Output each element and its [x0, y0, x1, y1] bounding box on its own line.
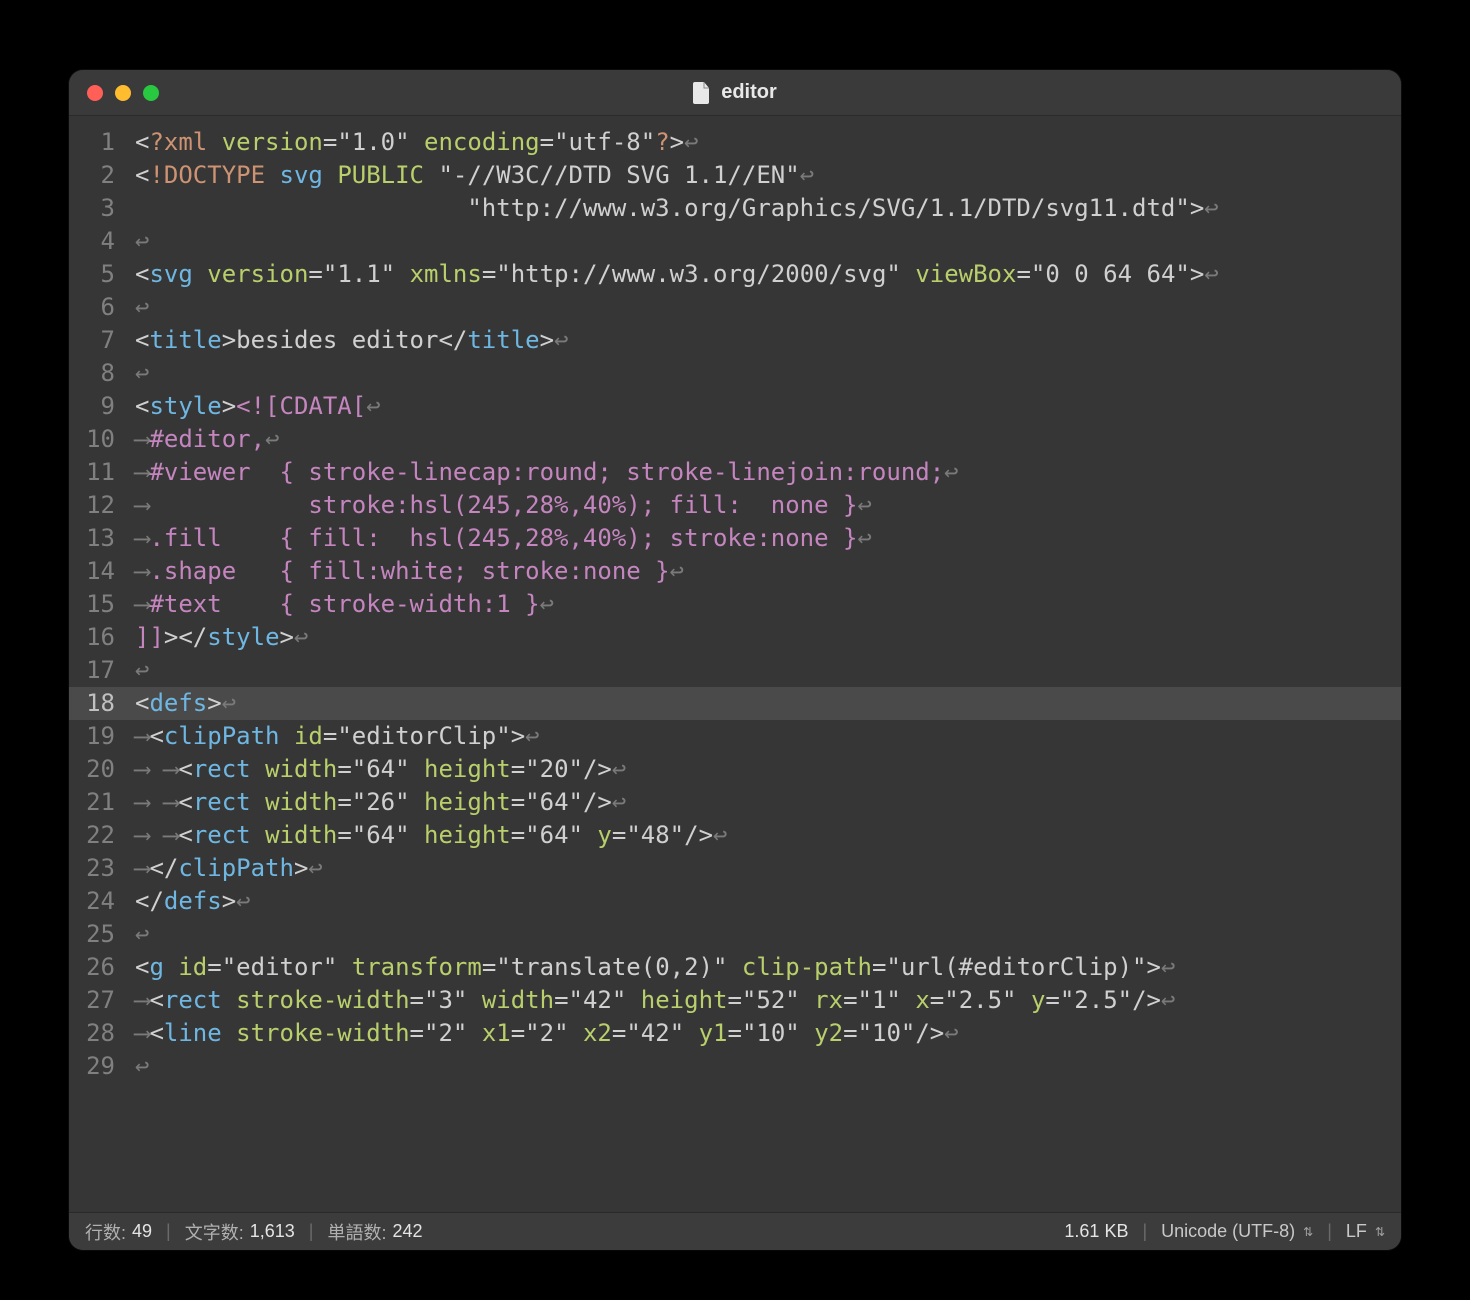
lineending-dropdown[interactable]: LF ⇅	[1346, 1221, 1385, 1242]
window-title: editor	[721, 81, 777, 104]
line-number: 25	[69, 918, 129, 951]
line-number: 16	[69, 621, 129, 654]
line-number: 24	[69, 885, 129, 918]
code-line[interactable]: <defs>↩	[129, 687, 1401, 720]
status-chars: 文字数: 1,613	[185, 1219, 295, 1245]
code-line[interactable]: <title>besides editor</title>↩	[129, 324, 1401, 357]
code-line[interactable]: ⟶ stroke:hsl(245,28%,40%); fill: none }↩	[129, 489, 1401, 522]
line-number: 3	[69, 192, 129, 225]
line-gutter: 1234567891011121314151617181920212223242…	[69, 116, 129, 1212]
line-number: 22	[69, 819, 129, 852]
code-line[interactable]: ⟶#viewer { stroke-linecap:round; stroke-…	[129, 456, 1401, 489]
status-bar: 行数: 49 | 文字数: 1,613 | 単語数: 242 1.61 KB |…	[69, 1212, 1401, 1250]
code-line[interactable]: ⟶</clipPath>↩	[129, 852, 1401, 885]
line-number: 15	[69, 588, 129, 621]
line-number: 20	[69, 753, 129, 786]
code-line[interactable]: <!DOCTYPE svg PUBLIC "-//W3C//DTD SVG 1.…	[129, 159, 1401, 192]
code-line[interactable]: <g id="editor" transform="translate(0,2)…	[129, 951, 1401, 984]
code-area[interactable]: <?xml version="1.0" encoding="utf-8"?>↩<…	[129, 116, 1401, 1212]
chevron-updown-icon: ⇅	[1375, 1225, 1385, 1239]
code-line[interactable]: ⟶.shape { fill:white; stroke:none }↩	[129, 555, 1401, 588]
line-number: 28	[69, 1017, 129, 1050]
code-line[interactable]: <?xml version="1.0" encoding="utf-8"?>↩	[129, 126, 1401, 159]
code-line[interactable]: "http://www.w3.org/Graphics/SVG/1.1/DTD/…	[129, 192, 1401, 225]
traffic-lights	[87, 85, 159, 101]
encoding-dropdown[interactable]: Unicode (UTF-8) ⇅	[1161, 1221, 1313, 1242]
code-line[interactable]: ⟶<rect stroke-width="3" width="42" heigh…	[129, 984, 1401, 1017]
line-number: 14	[69, 555, 129, 588]
close-icon[interactable]	[87, 85, 103, 101]
code-line[interactable]: <style><![CDATA[↩	[129, 390, 1401, 423]
code-line[interactable]: <svg version="1.1" xmlns="http://www.w3.…	[129, 258, 1401, 291]
line-number: 19	[69, 720, 129, 753]
zoom-icon[interactable]	[143, 85, 159, 101]
code-line[interactable]: ⟶ ⟶<rect width="64" height="64" y="48"/>…	[129, 819, 1401, 852]
status-lines: 行数: 49	[85, 1219, 152, 1245]
minimize-icon[interactable]	[115, 85, 131, 101]
code-line[interactable]: ⟶<clipPath id="editorClip">↩	[129, 720, 1401, 753]
status-words: 単語数: 242	[327, 1219, 422, 1245]
code-line[interactable]: ⟶#editor,↩	[129, 423, 1401, 456]
line-number: 11	[69, 456, 129, 489]
line-number: 2	[69, 159, 129, 192]
code-line[interactable]: ↩	[129, 1050, 1401, 1083]
line-number: 18	[69, 687, 129, 720]
line-number: 12	[69, 489, 129, 522]
chevron-updown-icon: ⇅	[1303, 1225, 1313, 1239]
status-filesize: 1.61 KB	[1064, 1221, 1128, 1242]
code-line[interactable]: ⟶.fill { fill: hsl(245,28%,40%); stroke:…	[129, 522, 1401, 555]
line-number: 4	[69, 225, 129, 258]
code-line[interactable]: </defs>↩	[129, 885, 1401, 918]
code-line[interactable]: ↩	[129, 225, 1401, 258]
document-icon	[693, 82, 711, 104]
line-number: 21	[69, 786, 129, 819]
code-line[interactable]: ]]></style>↩	[129, 621, 1401, 654]
line-number: 23	[69, 852, 129, 885]
line-number: 1	[69, 126, 129, 159]
code-line[interactable]: ↩	[129, 918, 1401, 951]
code-line[interactable]: ⟶<line stroke-width="2" x1="2" x2="42" y…	[129, 1017, 1401, 1050]
line-number: 6	[69, 291, 129, 324]
line-number: 5	[69, 258, 129, 291]
code-editor[interactable]: 1234567891011121314151617181920212223242…	[69, 116, 1401, 1212]
line-number: 10	[69, 423, 129, 456]
code-line[interactable]: ⟶ ⟶<rect width="26" height="64"/>↩	[129, 786, 1401, 819]
line-number: 9	[69, 390, 129, 423]
line-number: 29	[69, 1050, 129, 1083]
line-number: 17	[69, 654, 129, 687]
titlebar[interactable]: editor	[69, 70, 1401, 116]
line-number: 13	[69, 522, 129, 555]
code-line[interactable]: ⟶ ⟶<rect width="64" height="20"/>↩	[129, 753, 1401, 786]
code-line[interactable]: ⟶#text { stroke-width:1 }↩	[129, 588, 1401, 621]
line-number: 27	[69, 984, 129, 1017]
code-line[interactable]: ↩	[129, 654, 1401, 687]
line-number: 26	[69, 951, 129, 984]
line-number: 7	[69, 324, 129, 357]
editor-window: editor 123456789101112131415161718192021…	[69, 70, 1401, 1250]
code-line[interactable]: ↩	[129, 357, 1401, 390]
line-number: 8	[69, 357, 129, 390]
code-line[interactable]: ↩	[129, 291, 1401, 324]
